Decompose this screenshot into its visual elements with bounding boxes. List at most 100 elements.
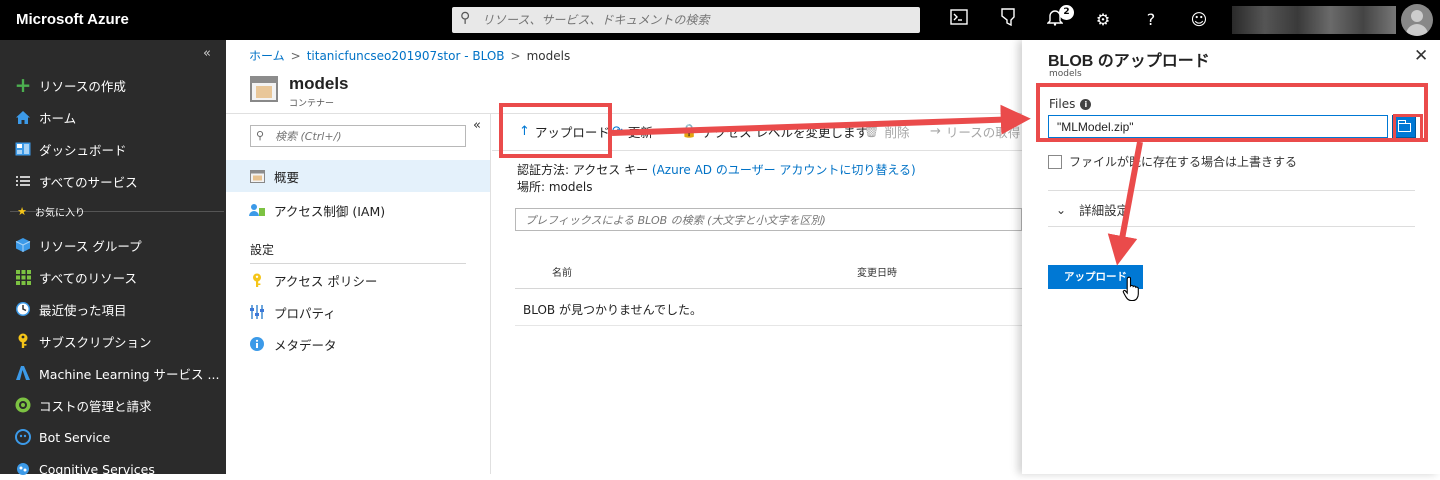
overwrite-checkbox[interactable] [1048, 154, 1062, 169]
close-icon[interactable]: ✕ [1414, 46, 1428, 66]
delete-label: 削除 [884, 125, 910, 140]
favorites-label: お気に入り [35, 207, 85, 219]
nav-item-all-services[interactable]: すべてのサービス [14, 170, 138, 192]
page-subtitle: コンテナー [289, 99, 335, 109]
settings-section-header: 設定 [250, 243, 275, 257]
account-name-blurred[interactable] [1232, 6, 1396, 34]
blade-subtitle: models [1049, 69, 1082, 79]
acquire-lease-button[interactable]: → リースの取得 [930, 122, 1020, 141]
nav-item-subscriptions[interactable]: サブスクリプション [14, 330, 152, 352]
notification-count-badge: 2 [1059, 5, 1074, 20]
blob-search-box[interactable] [515, 208, 1022, 231]
collapse-nav-icon[interactable]: « [203, 46, 211, 61]
change-access-level-label: アクセス レベルを変更します [702, 125, 869, 140]
key-icon [14, 332, 32, 350]
search-icon: ⚲ [256, 129, 265, 142]
global-search-box[interactable]: ⚲ [452, 7, 920, 33]
global-search-input[interactable] [480, 10, 910, 30]
cost-icon [14, 396, 32, 414]
blade-divider [1048, 190, 1415, 191]
menu-item-label: メタデータ [274, 337, 337, 353]
grid-icon [14, 268, 32, 286]
overwrite-checkbox-row[interactable]: ファイルが既に存在する場合は上書きする [1048, 153, 1297, 170]
nav-item-label: Machine Learning サービス ... [39, 366, 220, 382]
menu-search-input[interactable] [273, 128, 463, 144]
nav-item-resource-groups[interactable]: リソース グループ [14, 234, 142, 256]
avatar[interactable] [1401, 4, 1433, 36]
menu-item-iam[interactable]: アクセス制御 (IAM) [226, 194, 490, 226]
nav-item-recent[interactable]: 最近使った項目 [14, 298, 127, 320]
acquire-lease-label: リースの取得 [945, 125, 1021, 140]
delete-icon: 🗑 [863, 124, 880, 139]
breadcrumb-separator: > [510, 49, 521, 63]
feedback-icon[interactable]: ☺ [1187, 8, 1211, 32]
breadcrumb-account-link[interactable]: titanicfuncseo201907stor - BLOB [307, 49, 505, 63]
nav-item-home[interactable]: ホーム [14, 106, 76, 128]
change-access-level-button[interactable]: 🔒 アクセス レベルを変更します [681, 122, 868, 141]
help-icon[interactable]: ? [1139, 8, 1163, 32]
advanced-settings-toggle[interactable]: ⌄ 詳細設定 [1056, 200, 1129, 219]
iam-icon [249, 202, 265, 218]
nav-item-machine-learning[interactable]: Machine Learning サービス ... [14, 362, 219, 384]
table-row-divider [515, 325, 1022, 326]
collapse-menu-icon[interactable]: « [473, 118, 481, 133]
advanced-settings-label: 詳細設定 [1079, 203, 1130, 218]
top-bar: Microsoft Azure ⚲ 2 ⚙ ? ☺ [0, 0, 1440, 40]
nav-item-cognitive-services[interactable]: Cognitive Services [14, 458, 155, 480]
nav-item-cost-management[interactable]: コストの管理と請求 [14, 394, 152, 416]
breadcrumb-separator: > [290, 49, 301, 63]
menu-item-access-policy[interactable]: アクセス ポリシー [226, 264, 490, 296]
left-navigation: « + リソースの作成 ホーム ダッシュボード すべてのサービス ★ お気に入り… [0, 40, 226, 477]
nav-item-label: リソース グループ [39, 238, 142, 254]
directory-filter-icon[interactable] [996, 8, 1020, 32]
properties-icon [249, 304, 265, 320]
refresh-label: 更新 [627, 125, 653, 140]
auth-method-line: 認証方法: アクセス キー (Azure AD のユーザー アカウントに切り替え… [517, 161, 916, 178]
nav-item-create-resource[interactable]: + リソースの作成 [14, 73, 126, 97]
machine-learning-icon [14, 364, 32, 382]
cognitive-icon [14, 460, 32, 478]
nav-item-dashboard[interactable]: ダッシュボード [14, 138, 127, 160]
menu-search-box[interactable]: ⚲ [250, 125, 466, 147]
favorites-header: ★ お気に入り [16, 201, 85, 221]
annotation-box-files [1036, 83, 1428, 142]
switch-to-azure-ad-link[interactable]: (Azure AD のユーザー アカウントに切り替える) [652, 163, 916, 177]
list-icon [14, 172, 32, 190]
lock-icon: 🔒 [681, 124, 698, 139]
search-icon: ⚲ [460, 10, 471, 26]
menu-item-properties[interactable]: プロパティ [226, 296, 490, 328]
blade-divider [1048, 226, 1415, 227]
hand-cursor-icon [1122, 276, 1142, 305]
nav-item-label: すべてのサービス [39, 174, 138, 190]
cloud-shell-icon[interactable] [947, 8, 971, 32]
dashboard-icon [14, 140, 32, 158]
column-header-modified[interactable]: 変更日時 [857, 264, 897, 279]
star-icon: ★ [17, 204, 27, 218]
empty-state-message: BLOB が見つかりませんでした。 [523, 303, 703, 317]
delete-button[interactable]: 🗑 削除 [863, 122, 910, 141]
nav-item-label: サブスクリプション [39, 334, 152, 350]
breadcrumb-home-link[interactable]: ホーム [249, 49, 285, 63]
refresh-icon: ⟳ [612, 124, 623, 139]
resource-menu: ⚲ « 概要 アクセス制御 (IAM) 設定 アクセス ポリシー プロパティ メ… [226, 114, 491, 474]
blade-title: BLOB のアップロード [1048, 53, 1210, 70]
nav-item-bot-service[interactable]: Bot Service [14, 426, 110, 448]
menu-item-label: 概要 [274, 169, 300, 185]
table-header-divider [515, 288, 1022, 289]
page-title: models [289, 74, 349, 93]
menu-item-overview[interactable]: 概要 [226, 160, 490, 192]
chevron-down-icon: ⌄ [1056, 202, 1067, 217]
overview-icon [249, 168, 265, 184]
settings-icon[interactable]: ⚙ [1091, 8, 1115, 32]
container-icon [250, 76, 278, 102]
column-header-name[interactable]: 名前 [552, 264, 572, 279]
overwrite-label: ファイルが既に存在する場合は上書きする [1069, 155, 1298, 169]
breadcrumb-current: models [526, 49, 571, 63]
portal-brand[interactable]: Microsoft Azure [16, 11, 129, 28]
nav-item-label: ダッシュボード [39, 142, 127, 158]
refresh-button[interactable]: ⟳ 更新 [612, 122, 653, 141]
nav-item-all-resources[interactable]: すべてのリソース [14, 266, 137, 288]
menu-item-metadata[interactable]: メタデータ [226, 328, 490, 360]
plus-icon: + [14, 73, 32, 97]
blob-prefix-search-input[interactable] [523, 212, 1013, 228]
